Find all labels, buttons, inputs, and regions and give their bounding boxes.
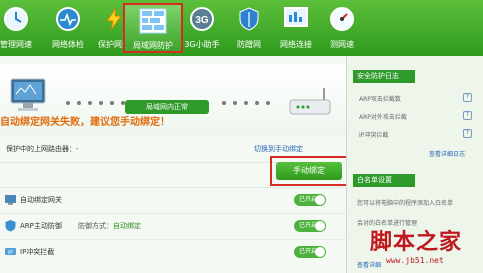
- switch-to-manual-link[interactable]: 切换到手动绑定: [254, 144, 303, 154]
- whitelist-view-link[interactable]: 查看详细: [357, 260, 381, 269]
- tool-speed-test[interactable]: 测网速: [312, 3, 372, 53]
- protected-router-label: 保护中的上网路由器：-: [6, 145, 79, 153]
- shield-icon: [234, 5, 264, 33]
- site-watermark: 脚本之家: [370, 229, 463, 255]
- connection-dots-right: [222, 101, 270, 105]
- lan-status-pill: 局域网内正常: [125, 100, 209, 114]
- main-toolbar: 管理网速 网络体检 保护网速 局域网防护 3G 3G小助手 防蹭网 网络连接 测…: [0, 0, 483, 56]
- wall-icon: [138, 7, 168, 34]
- monitor-icon: [10, 78, 46, 111]
- feature-row-auto-bind: 自动绑定网关 已开启: [0, 187, 346, 214]
- router-icon: [289, 88, 331, 115]
- whitelist-description: 您可以将电脑中的程序添加入白名单: [357, 200, 454, 207]
- pulse-icon: [53, 5, 83, 33]
- site-watermark-url: www.jb51.net: [386, 256, 444, 265]
- svg-text:3G: 3G: [195, 15, 209, 26]
- feature-row-arp-defense: ARP主动防御 防御方式：自动绑定 已开启: [0, 213, 346, 240]
- whitelist-title: 白名单设置: [353, 174, 415, 187]
- log-item-arp-outbound: ARP对外攻击拦截?: [359, 111, 472, 121]
- log-item-ip-conflict: IP冲突拦截?: [359, 129, 472, 139]
- 3g-icon: 3G: [187, 5, 217, 33]
- defense-mode-text: 防御方式：自动绑定: [78, 222, 141, 230]
- view-detailed-log-link[interactable]: 查看详细日志: [429, 149, 465, 158]
- ip-conflict-icon: IP: [5, 248, 16, 256]
- log-item-arp-attack: ARP攻击拦截数?: [359, 93, 472, 103]
- auto-bind-toggle[interactable]: 已开启: [294, 194, 326, 206]
- manual-bind-highlight: 手动绑定: [270, 156, 348, 186]
- gateway-icon: [5, 195, 16, 205]
- arp-shield-icon: [5, 220, 16, 232]
- manual-bind-button[interactable]: 手动绑定: [276, 162, 342, 180]
- connection-dots-left: [66, 101, 125, 105]
- arp-defense-toggle[interactable]: 已开启: [294, 220, 326, 232]
- svg-text:IP: IP: [8, 250, 13, 256]
- help-icon[interactable]: ?: [463, 111, 472, 120]
- network-icon: [281, 5, 311, 33]
- ip-conflict-toggle[interactable]: 已开启: [294, 246, 326, 258]
- bind-failed-warning: 自动绑定网关失败，建议您手动绑定！: [0, 117, 170, 128]
- help-icon[interactable]: ?: [463, 129, 472, 138]
- help-icon[interactable]: ?: [463, 93, 472, 102]
- security-log-title: 安全防护日志: [353, 70, 415, 83]
- feature-row-ip-conflict: IP IP冲突拦截 已开启: [0, 239, 346, 266]
- clock-icon: [1, 5, 31, 33]
- speedometer-icon: [327, 5, 357, 33]
